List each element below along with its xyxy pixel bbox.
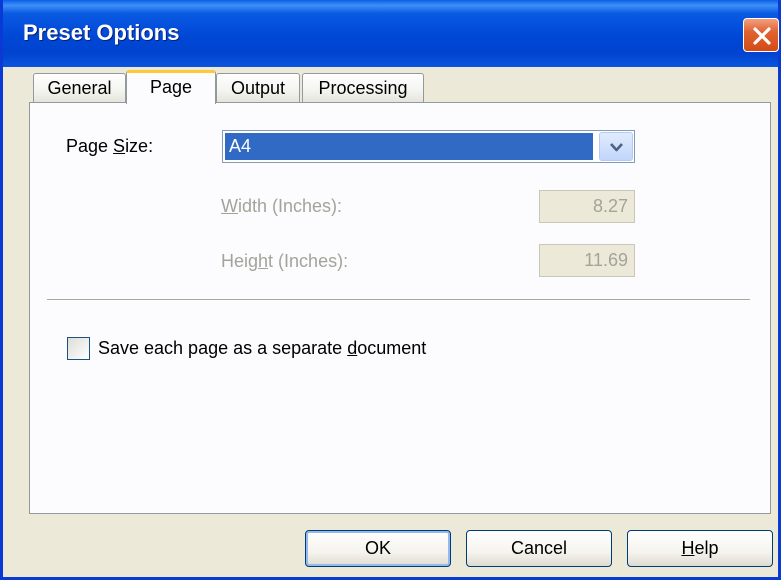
ok-button[interactable]: OK	[305, 530, 451, 567]
tab-page[interactable]: Page	[126, 70, 216, 104]
tab-processing-label: Processing	[318, 78, 408, 98]
ok-button-label: OK	[364, 538, 391, 558]
help-button[interactable]: Help	[627, 530, 773, 567]
height-mnemonic: h	[258, 251, 269, 271]
tab-output-label: Output	[230, 78, 286, 98]
chevron-down-icon	[610, 143, 623, 152]
page-size-value: A4	[225, 133, 593, 160]
close-button[interactable]	[743, 18, 779, 52]
page-size-dropdown-button[interactable]	[599, 132, 633, 161]
width-label-part: idth (Inches):	[238, 196, 343, 216]
page-size-dropdown[interactable]: A4	[222, 130, 635, 163]
tab-processing[interactable]: Processing	[302, 73, 424, 103]
height-label: Height (Inches):	[221, 251, 348, 272]
window-title: Preset Options	[23, 20, 180, 45]
help-mnemonic: H	[681, 538, 695, 558]
height-label-part: t (Inches):	[268, 251, 349, 271]
separate-document-checkbox[interactable]	[67, 337, 90, 360]
tab-page-label: Page	[149, 77, 193, 97]
height-input[interactable]: 11.69	[539, 244, 635, 277]
width-label: Width (Inches):	[221, 196, 342, 217]
divider	[47, 299, 750, 301]
page-size-mnemonic: S	[113, 136, 126, 156]
tab-output[interactable]: Output	[216, 73, 300, 103]
page-size-label-part: Page	[66, 136, 114, 156]
width-input[interactable]: 8.27	[539, 190, 635, 223]
separate-document-label-part: Save each page as a separate	[98, 338, 348, 358]
page-size-label: Page Size:	[66, 136, 153, 157]
height-label-part: Heig	[221, 251, 259, 271]
width-mnemonic: W	[221, 196, 238, 216]
cancel-button-label: Cancel	[510, 538, 568, 558]
cancel-button[interactable]: Cancel	[466, 530, 612, 567]
page-tab-panel	[29, 102, 771, 514]
close-icon	[753, 27, 771, 45]
tab-general-label: General	[47, 78, 112, 98]
title-bar[interactable]: Preset Options	[3, 0, 779, 67]
help-button-label-part: elp	[694, 538, 719, 558]
page-size-label-part: ize:	[125, 136, 154, 156]
separate-document-mnemonic: d	[347, 338, 358, 358]
tab-general[interactable]: General	[33, 73, 126, 103]
separate-document-label-part: ocument	[357, 338, 427, 358]
separate-document-label[interactable]: Save each page as a separate document	[98, 338, 426, 359]
